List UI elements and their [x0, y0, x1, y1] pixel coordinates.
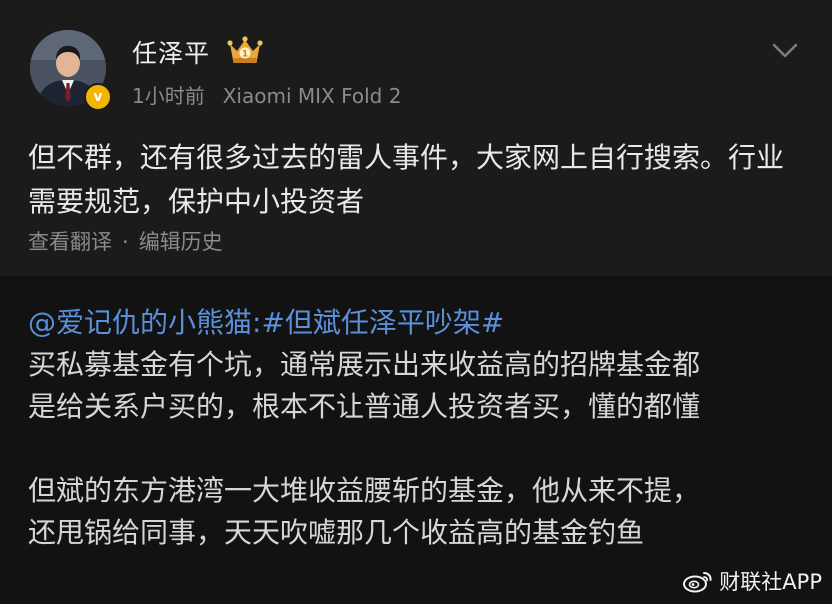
hashtag-link[interactable]: #但斌任泽平吵架# — [261, 306, 504, 339]
repost-line: 买私募基金有个坑，通常展示出来收益高的招牌基金都 — [28, 348, 701, 381]
post-meta: 1小时前 Xiaomi MIX Fold 2 — [132, 80, 401, 109]
post-actions: 查看翻译 · 编辑历史 — [28, 226, 223, 256]
crown-badge-icon[interactable]: 1 — [226, 34, 264, 66]
repost-line: 是给关系户买的，根本不让普通人投资者买，懂的都懂 — [28, 390, 701, 423]
original-post-card: v 任泽平 1 1小时前 Xiaomi MIX Fold 2 但不群，还有很多过去… — [0, 0, 832, 276]
watermark: 财联社APP — [683, 566, 822, 596]
view-translation-link[interactable]: 查看翻译 — [28, 230, 112, 254]
repost-header: @爱记仇的小熊猫:#但斌任泽平吵架# — [28, 302, 818, 344]
repost-line: 但斌的东方港湾一大堆收益腰斩的基金，他从来不提， — [28, 474, 701, 507]
repost-line: 还甩锅给同事，天天吹嘘那几个收益高的基金钓鱼 — [28, 516, 645, 549]
mention-link[interactable]: @爱记仇的小熊猫 — [28, 306, 252, 339]
reposted-content: @爱记仇的小熊猫:#但斌任泽平吵架# 买私募基金有个坑，通常展示出来收益高的招牌… — [28, 302, 818, 554]
separator-dot: · — [122, 230, 129, 254]
chevron-down-icon[interactable] — [768, 38, 802, 64]
post-text: 但不群，还有很多过去的雷人事件，大家网上自行搜索。行业需要规范，保护中小投资者 — [28, 141, 785, 218]
author-name[interactable]: 任泽平 — [132, 34, 210, 70]
post-device: Xiaomi MIX Fold 2 — [222, 84, 402, 108]
weibo-logo-icon — [683, 572, 712, 593]
verified-badge: v — [84, 83, 112, 111]
edit-history-link[interactable]: 编辑历史 — [139, 230, 223, 254]
weibo-screen: v 任泽平 1 1小时前 Xiaomi MIX Fold 2 但不群，还有很多过去… — [0, 0, 832, 604]
svg-text:1: 1 — [242, 50, 248, 60]
watermark-text: 财联社APP — [719, 570, 822, 594]
post-time: 1小时前 — [132, 84, 205, 108]
